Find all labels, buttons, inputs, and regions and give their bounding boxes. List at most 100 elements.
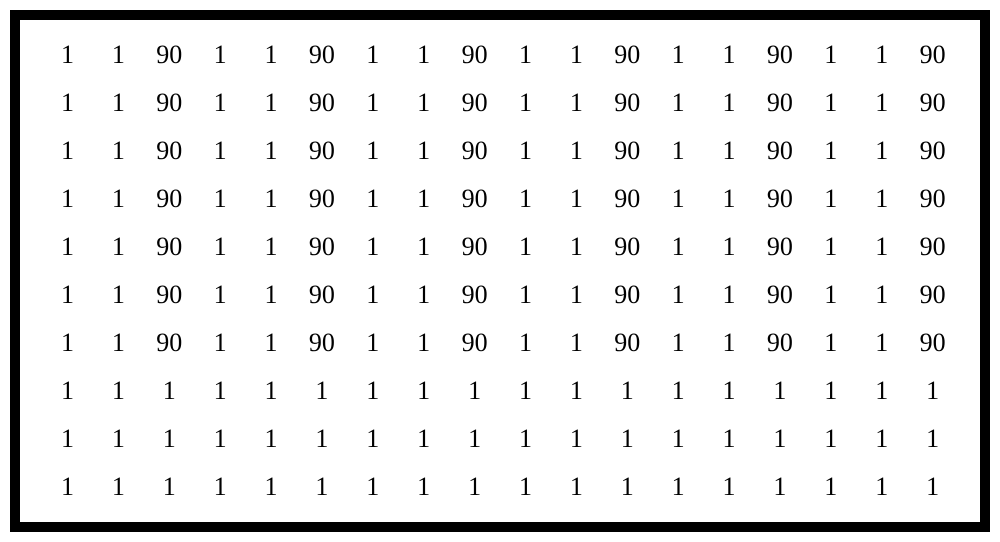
grid-cell: 90 [602, 328, 653, 358]
grid-cell: 1 [347, 376, 398, 406]
grid-cell: 1 [653, 328, 704, 358]
grid-cell: 1 [704, 424, 755, 454]
grid-cell: 1 [805, 424, 856, 454]
grid-cell: 90 [144, 136, 195, 166]
grid-cell: 90 [602, 184, 653, 214]
grid-cell: 1 [500, 328, 551, 358]
grid-cell: 1 [398, 424, 449, 454]
grid-cell: 90 [144, 232, 195, 262]
grid-cell: 90 [754, 184, 805, 214]
grid-cell: 1 [93, 40, 144, 70]
grid-cell: 1 [42, 280, 93, 310]
grid-cell: 1 [246, 184, 297, 214]
grid-cell: 1 [347, 280, 398, 310]
grid-cell: 1 [296, 472, 347, 502]
grid-cell: 90 [296, 88, 347, 118]
grid-cell: 1 [246, 376, 297, 406]
table-row: 1 1 90 1 1 90 1 1 90 1 1 90 1 1 90 1 1 9… [42, 280, 958, 310]
grid-cell: 1 [42, 472, 93, 502]
grid-cell: 90 [449, 328, 500, 358]
grid-cell: 1 [347, 184, 398, 214]
grid-cell: 1 [907, 472, 958, 502]
grid-cell: 1 [754, 472, 805, 502]
grid-cell: 1 [398, 280, 449, 310]
grid-cell: 1 [195, 40, 246, 70]
grid-cell: 1 [500, 472, 551, 502]
grid-cell: 1 [704, 376, 755, 406]
grid-cell: 1 [246, 328, 297, 358]
grid-cell: 1 [398, 40, 449, 70]
grid-cell: 1 [398, 232, 449, 262]
grid-cell: 90 [296, 328, 347, 358]
grid-cell: 90 [296, 40, 347, 70]
grid-cell: 1 [602, 472, 653, 502]
grid-cell: 1 [195, 232, 246, 262]
table-row: 1 1 1 1 1 1 1 1 1 1 1 1 1 1 1 1 1 1 [42, 424, 958, 454]
grid-cell: 1 [856, 328, 907, 358]
grid-cell: 1 [856, 136, 907, 166]
grid-cell: 90 [602, 280, 653, 310]
table-row: 1 1 90 1 1 90 1 1 90 1 1 90 1 1 90 1 1 9… [42, 40, 958, 70]
grid-cell: 90 [296, 232, 347, 262]
grid-cell: 90 [907, 136, 958, 166]
grid-cell: 1 [551, 376, 602, 406]
grid-cell: 1 [500, 184, 551, 214]
grid-cell: 1 [195, 280, 246, 310]
grid-cell: 1 [551, 280, 602, 310]
grid-cell: 1 [398, 376, 449, 406]
grid-cell: 1 [398, 136, 449, 166]
grid-cell: 1 [42, 424, 93, 454]
grid-cell: 1 [907, 376, 958, 406]
grid-cell: 1 [551, 136, 602, 166]
table-row: 1 1 90 1 1 90 1 1 90 1 1 90 1 1 90 1 1 9… [42, 184, 958, 214]
grid-cell: 1 [500, 280, 551, 310]
grid-cell: 1 [653, 88, 704, 118]
grid-cell: 1 [551, 328, 602, 358]
grid-cell: 90 [907, 40, 958, 70]
grid-cell: 1 [653, 280, 704, 310]
grid-cell: 1 [856, 280, 907, 310]
table-row: 1 1 90 1 1 90 1 1 90 1 1 90 1 1 90 1 1 9… [42, 328, 958, 358]
grid-cell: 1 [246, 40, 297, 70]
grid-cell: 1 [93, 280, 144, 310]
grid-cell: 90 [144, 184, 195, 214]
grid-cell: 1 [347, 328, 398, 358]
grid-cell: 1 [246, 280, 297, 310]
grid-cell: 1 [246, 424, 297, 454]
grid-cell: 90 [754, 136, 805, 166]
grid-cell: 90 [754, 280, 805, 310]
grid-cell: 90 [449, 184, 500, 214]
grid-cell: 90 [144, 40, 195, 70]
grid-cell: 1 [195, 424, 246, 454]
grid-cell: 1 [551, 88, 602, 118]
grid-cell: 1 [602, 424, 653, 454]
grid-cell: 1 [93, 136, 144, 166]
grid-cell: 1 [704, 88, 755, 118]
grid-cell: 1 [805, 280, 856, 310]
grid-cell: 1 [347, 424, 398, 454]
table-row: 1 1 90 1 1 90 1 1 90 1 1 90 1 1 90 1 1 9… [42, 88, 958, 118]
grid-cell: 90 [602, 40, 653, 70]
grid-cell: 1 [93, 88, 144, 118]
grid-cell: 1 [246, 232, 297, 262]
grid-cell: 1 [551, 232, 602, 262]
grid-cell: 1 [704, 328, 755, 358]
grid-cell: 1 [500, 40, 551, 70]
grid-cell: 1 [704, 232, 755, 262]
grid-cell: 1 [805, 184, 856, 214]
grid-cell: 1 [754, 424, 805, 454]
grid-cell: 1 [856, 40, 907, 70]
grid-cell: 1 [42, 376, 93, 406]
grid-cell: 90 [754, 88, 805, 118]
grid-cell: 1 [754, 376, 805, 406]
grid-cell: 90 [449, 280, 500, 310]
grid-cell: 1 [602, 376, 653, 406]
grid-cell: 1 [856, 472, 907, 502]
number-grid-frame: 1 1 90 1 1 90 1 1 90 1 1 90 1 1 90 1 1 9… [10, 10, 990, 532]
table-row: 1 1 90 1 1 90 1 1 90 1 1 90 1 1 90 1 1 9… [42, 136, 958, 166]
grid-cell: 90 [602, 88, 653, 118]
grid-cell: 90 [144, 280, 195, 310]
grid-cell: 1 [551, 40, 602, 70]
grid-cell: 1 [856, 424, 907, 454]
grid-cell: 1 [195, 136, 246, 166]
